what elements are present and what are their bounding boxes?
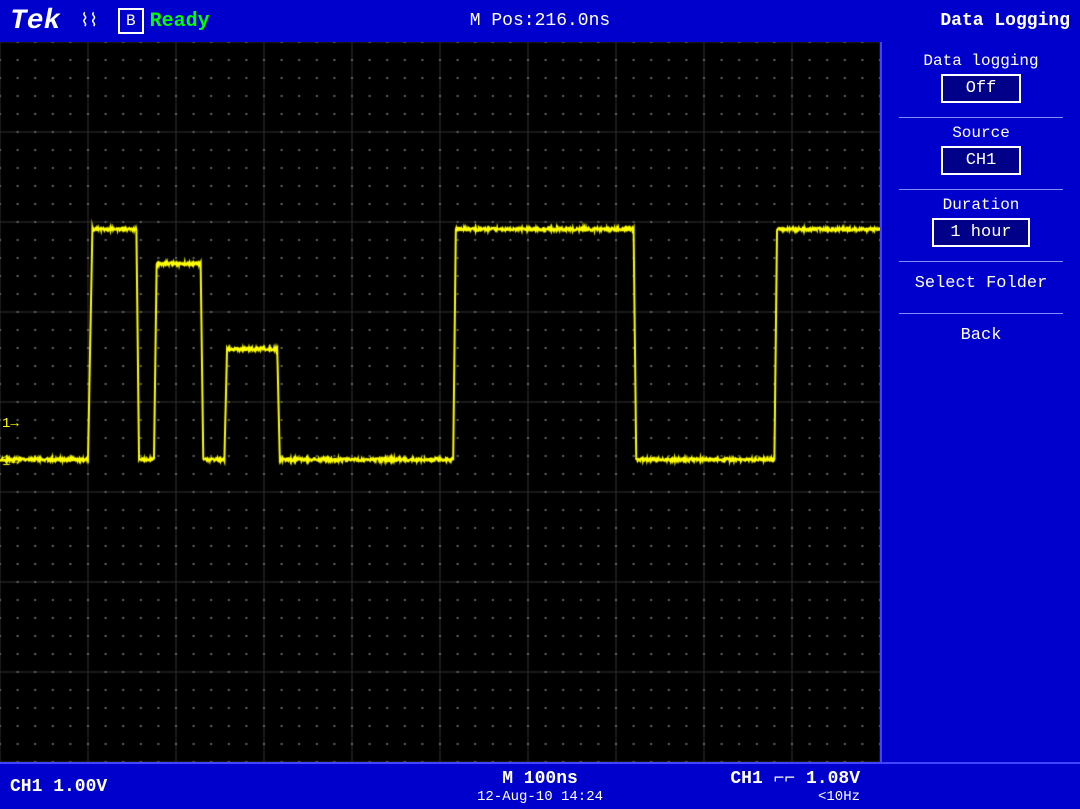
data-logging-section: Data logging Off bbox=[890, 52, 1072, 103]
divider-4 bbox=[899, 313, 1063, 314]
duration-label: Duration bbox=[943, 196, 1020, 214]
datetime: 12-Aug-10 14:24 bbox=[477, 789, 603, 805]
bottom-status-bar: CH1 1.00V M 100ns 12-Aug-10 14:24 CH1 ⌐⌐… bbox=[0, 762, 1080, 809]
data-logging-label: Data logging bbox=[923, 52, 1038, 70]
data-logging-value[interactable]: Off bbox=[941, 74, 1021, 103]
ch1-trigger-level: CH1 ⌐⌐ 1.08V bbox=[730, 769, 860, 789]
bottom-right-info: CH1 ⌐⌐ 1.08V <10Hz bbox=[730, 769, 860, 805]
ch1-scale: CH1 1.00V bbox=[10, 777, 107, 797]
trigger-icon: ⌇⌇ bbox=[80, 10, 98, 32]
header-bar: Tek ⌇⌇ B Ready M Pos:216.0ns Data Loggin… bbox=[0, 0, 1080, 42]
back-section: Back bbox=[890, 320, 1072, 351]
tek-logo: Tek bbox=[10, 6, 60, 37]
ch1-level-indicator: 1→ bbox=[2, 416, 19, 432]
divider-1 bbox=[899, 117, 1063, 118]
trigger-indicator: B bbox=[118, 8, 144, 34]
oscilloscope-screen: 1→ bbox=[0, 42, 880, 762]
divider-3 bbox=[899, 261, 1063, 262]
right-panel: Data logging Off Source CH1 Duration 1 h… bbox=[880, 42, 1080, 762]
source-value[interactable]: CH1 bbox=[941, 146, 1021, 175]
source-label: Source bbox=[952, 124, 1010, 142]
back-button[interactable]: Back bbox=[951, 320, 1012, 351]
duration-value[interactable]: 1 hour bbox=[932, 218, 1029, 247]
source-section: Source CH1 bbox=[890, 124, 1072, 175]
select-folder-button[interactable]: Select Folder bbox=[905, 268, 1058, 299]
select-folder-section: Select Folder bbox=[890, 268, 1072, 299]
ready-area: B Ready bbox=[118, 8, 210, 34]
timebase: M 100ns bbox=[477, 769, 603, 789]
duration-section: Duration 1 hour bbox=[890, 196, 1072, 247]
frequency: <10Hz bbox=[730, 789, 860, 805]
panel-title: Data Logging bbox=[940, 11, 1070, 31]
position-display: M Pos:216.0ns bbox=[470, 11, 610, 31]
bottom-center: M 100ns 12-Aug-10 14:24 bbox=[477, 769, 603, 805]
waveform-canvas bbox=[0, 42, 880, 762]
status-text: Ready bbox=[150, 10, 210, 33]
divider-2 bbox=[899, 189, 1063, 190]
